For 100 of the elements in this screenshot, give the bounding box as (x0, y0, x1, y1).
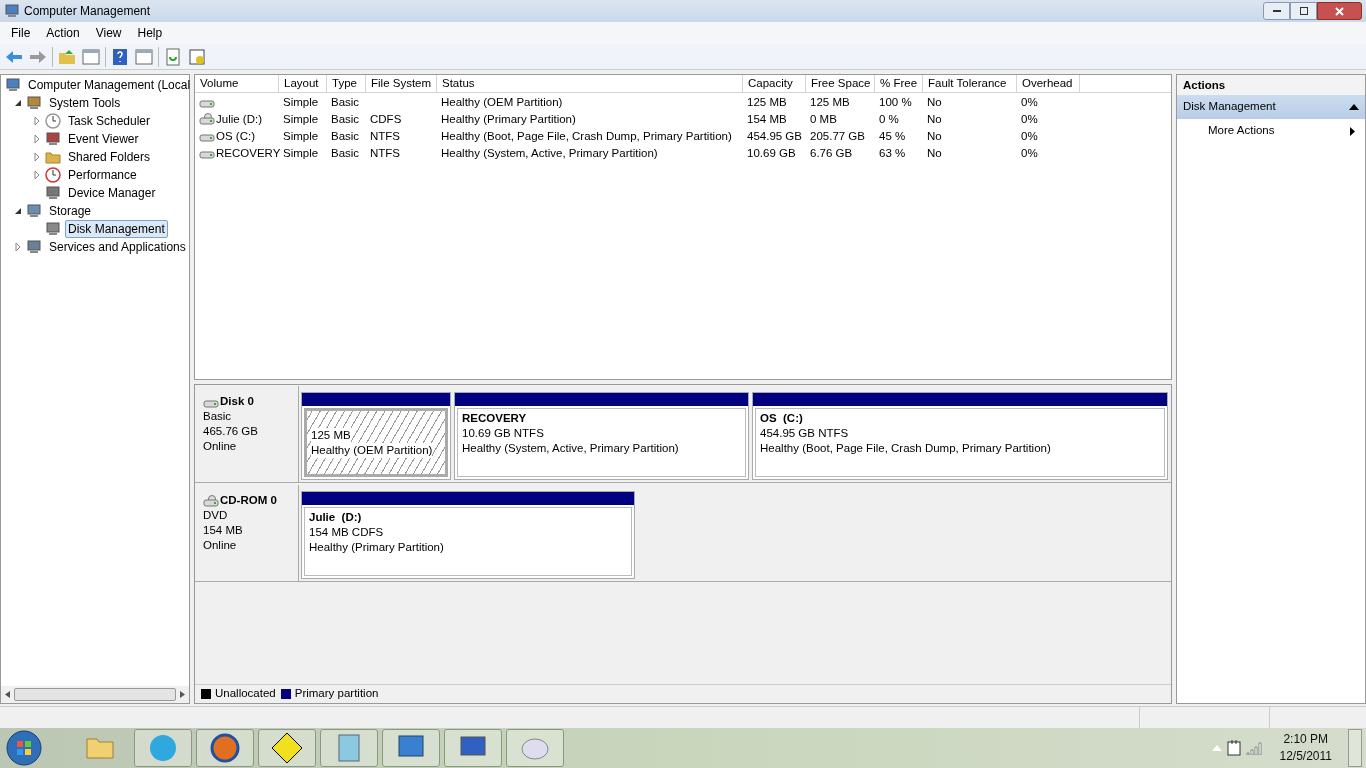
table-cell-text: 125 MB (747, 94, 787, 110)
column-header[interactable]: Volume (195, 75, 279, 92)
column-header[interactable]: Free Space (806, 75, 875, 92)
computer-icon (4, 3, 20, 19)
expand-arrow-icon[interactable] (33, 153, 41, 161)
collapse-arrow-icon[interactable] (14, 99, 22, 107)
show-desktop-button[interactable] (1348, 729, 1362, 767)
table-cell-text: 0% (1021, 128, 1038, 144)
maximize-button[interactable] (1290, 2, 1317, 20)
table-cell-text: CDFS (370, 111, 402, 127)
minimize-button[interactable] (1263, 2, 1290, 20)
column-header[interactable]: Fault Tolerance (923, 75, 1017, 92)
table-cell-text: OS (C:) (216, 128, 255, 144)
table-cell-text: Healthy (Primary Partition) (441, 111, 576, 127)
table-cell-text: 0 % (879, 111, 899, 127)
action-item[interactable]: More Actions (1177, 119, 1365, 143)
partition-status: Healthy (Primary Partition) (309, 540, 444, 555)
menu-item[interactable]: File (3, 24, 39, 42)
partition-size: 10.69 GB NTFS (462, 426, 544, 441)
table-cell-text: 205.77 GB (810, 128, 865, 144)
column-header[interactable]: Type (327, 75, 366, 92)
start-button[interactable] (4, 729, 44, 767)
horizontal-scrollbar[interactable] (1, 686, 189, 703)
scroll-left-arrow-icon[interactable] (5, 691, 10, 698)
partition[interactable]: Julie (D:) 154 MB CDFS Healthy (Primary Partition) (301, 491, 635, 579)
table-cell-text: No (927, 111, 942, 127)
collapse-caret-icon (1349, 104, 1359, 110)
tree-item[interactable]: Computer Management (Local (25, 76, 194, 94)
panel-icon[interactable] (81, 46, 101, 67)
menu-item[interactable]: Action (38, 24, 88, 42)
table-cell-text: 0% (1021, 111, 1038, 127)
menu-item[interactable]: Help (129, 24, 171, 42)
disk-label[interactable]: CD-ROM 0 DVD 154 MB Online (195, 485, 299, 581)
table-cell-text: 0 MB (810, 111, 837, 127)
tree-item[interactable]: Disk Management (65, 220, 168, 238)
actions-section[interactable]: Disk Management (1177, 95, 1365, 119)
disk-label[interactable]: Disk 0 Basic 465.76 GB Online (195, 386, 299, 482)
tree-item[interactable]: Storage (46, 202, 95, 220)
menu-item[interactable]: View (87, 24, 130, 42)
tree-item[interactable]: Event Viewer (65, 130, 142, 148)
submenu-arrow-icon (1350, 126, 1355, 136)
panel-icon[interactable] (134, 46, 154, 67)
disk-type: DVD (203, 508, 229, 523)
table-cell-text: No (927, 94, 942, 110)
table-cell-text: Simple (283, 128, 319, 144)
table-cell-text: Basic (331, 145, 360, 161)
column-header[interactable]: Capacity (743, 75, 806, 92)
tree-item[interactable]: Performance (65, 166, 140, 184)
column-header[interactable]: % Free (875, 75, 923, 92)
table-cell-text: No (927, 128, 942, 144)
table-cell-text: 0% (1021, 94, 1038, 110)
table-cell-text: 63 % (879, 145, 906, 161)
partition-name: RECOVERY (462, 411, 528, 426)
close-icon (1335, 6, 1344, 16)
partition-status: Healthy (System, Active, Primary Partition) (462, 441, 679, 456)
column-header[interactable]: Layout (279, 75, 327, 92)
table-cell-text: Basic (331, 111, 360, 127)
partition[interactable]: 125 MB Healthy (OEM Partition) (301, 392, 451, 480)
table-cell-text: Basic (331, 128, 360, 144)
table-cell-text: Simple (283, 145, 319, 161)
disk-name: CD-ROM 0 (220, 493, 277, 508)
table-cell-text: Simple (283, 94, 319, 110)
tree-item[interactable]: Services and Applications (46, 238, 189, 256)
disk-name: Disk 0 (220, 394, 254, 409)
expand-arrow-icon[interactable] (14, 243, 22, 251)
tree-item[interactable]: Shared Folders (65, 148, 154, 166)
cd-drive-icon (203, 494, 219, 507)
computer-icon (5, 77, 21, 93)
disk-size: 465.76 GB (203, 424, 259, 439)
partition-size: 125 MB (311, 428, 351, 443)
partition[interactable]: RECOVERY 10.69 GB NTFS Healthy (System, Active, Primary Partition) (454, 392, 749, 480)
tree-item[interactable]: Device Manager (65, 184, 159, 202)
partition-status: Healthy (OEM Partition) (311, 443, 433, 458)
column-header[interactable]: Overhead (1017, 75, 1080, 92)
help-icon[interactable] (110, 46, 130, 67)
tree-item[interactable]: System Tools (46, 94, 124, 112)
column-header[interactable]: File System (366, 75, 437, 92)
close-button[interactable] (1317, 2, 1362, 20)
tree-item[interactable]: Task Scheduler (65, 112, 154, 130)
scroll-right-arrow-icon[interactable] (180, 691, 185, 698)
table-cell-text: No (927, 145, 942, 161)
disk-size: 154 MB (203, 523, 244, 538)
collapse-arrow-icon[interactable] (14, 207, 22, 215)
table-cell-text: 45 % (879, 128, 906, 144)
partition[interactable]: OS (C:) 454.95 GB NTFS Healthy (Boot, Page File, Crash Dump, Primary Partition) (752, 392, 1168, 480)
expand-arrow-icon[interactable] (33, 135, 41, 143)
clock[interactable]: 2:10 PM 12/5/2011 (1267, 731, 1344, 765)
table-cell-text: NTFS (370, 145, 401, 161)
disk-status: Online (203, 538, 238, 553)
partition-name: OS (C:) (760, 411, 804, 426)
expand-arrow-icon[interactable] (33, 171, 41, 179)
table-cell-text: Healthy (Boot, Page File, Crash Dump, Primary Partition) (441, 128, 732, 144)
table-cell-text: 154 MB (747, 111, 787, 127)
table-cell-text: 125 MB (810, 94, 850, 110)
cd-drive-icon (199, 112, 215, 125)
taskbar-button[interactable] (258, 729, 316, 767)
column-header[interactable]: Status (437, 75, 743, 92)
legend-label: Unallocated (215, 686, 276, 702)
expand-arrow-icon[interactable] (33, 117, 41, 125)
table-cell-text: NTFS (370, 128, 401, 144)
